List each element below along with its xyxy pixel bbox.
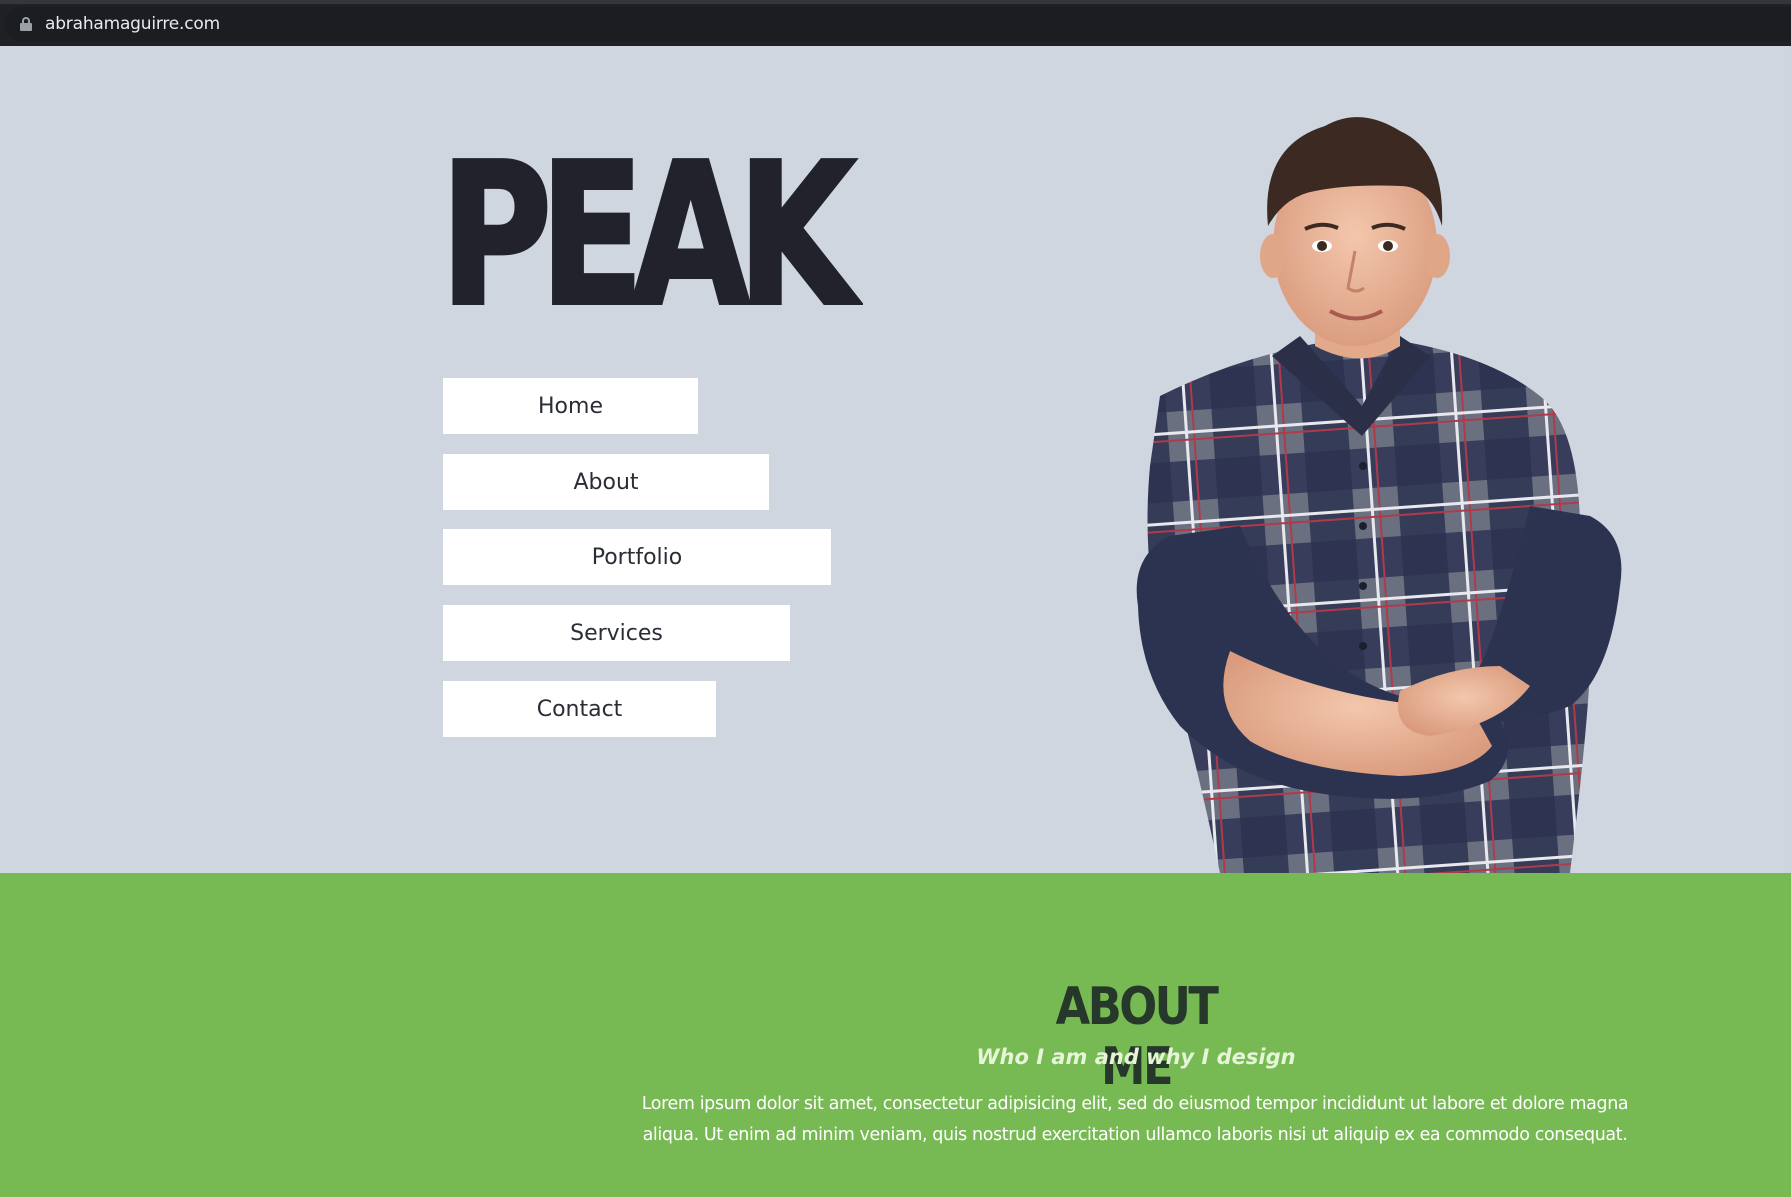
nav-contact-button[interactable]: Contact bbox=[443, 681, 716, 737]
nav-services-button[interactable]: Services bbox=[443, 605, 790, 661]
about-body-text: Lorem ipsum dolor sit amet, consectetur … bbox=[641, 1094, 1629, 1145]
about-heading: ABOUT ME bbox=[1055, 977, 1219, 1097]
about-section: ABOUT ME Who I am and why I design Lorem… bbox=[0, 873, 1791, 1197]
nav-portfolio-button[interactable]: Portfolio bbox=[443, 529, 831, 585]
url-text[interactable]: abrahamaguirre.com bbox=[45, 14, 220, 34]
nav-home-button[interactable]: Home bbox=[443, 378, 698, 434]
lock-icon[interactable] bbox=[20, 17, 32, 31]
hero-section: PEAK Home About Portfolio Services Conta… bbox=[0, 46, 1791, 873]
site-logo[interactable]: PEAK bbox=[438, 136, 857, 336]
nav-about-button[interactable]: About bbox=[443, 454, 769, 510]
url-field[interactable]: abrahamaguirre.com bbox=[4, 7, 1791, 41]
browser-address-bar: abrahamaguirre.com bbox=[0, 0, 1791, 46]
browser-top-edge bbox=[0, 0, 1791, 4]
profile-photo bbox=[1136, 117, 1622, 873]
about-subtitle: Who I am and why I design bbox=[976, 1045, 1296, 1069]
